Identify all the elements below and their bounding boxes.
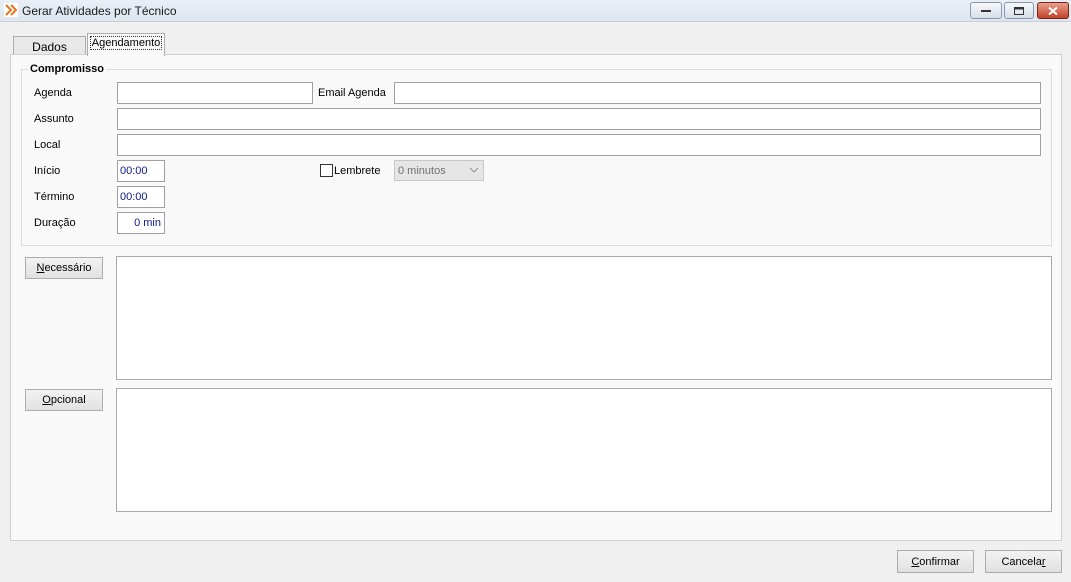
lembrete-checkbox[interactable]	[320, 164, 333, 177]
agenda-input[interactable]	[117, 82, 313, 104]
local-input[interactable]	[117, 134, 1041, 156]
minimize-button[interactable]	[970, 2, 1002, 19]
tab-agendamento-label: Agendamento	[89, 36, 163, 50]
close-icon	[1048, 6, 1058, 15]
close-button[interactable]	[1037, 2, 1069, 19]
termino-time-input[interactable]	[117, 186, 165, 208]
inicio-label: Início	[34, 165, 61, 177]
assunto-label: Assunto	[34, 113, 74, 125]
compromisso-group-title: Compromisso	[28, 63, 106, 75]
opcional-accesskey: O	[42, 394, 51, 406]
lembrete-select-value: 0 minutos	[398, 165, 446, 177]
necessario-list[interactable]	[116, 256, 1052, 380]
app-logo-icon	[4, 3, 18, 17]
lembrete-label[interactable]: Lembrete	[334, 165, 380, 177]
lembrete-select[interactable]: 0 minutos	[394, 160, 484, 181]
local-label: Local	[34, 139, 61, 151]
maximize-button[interactable]	[1004, 2, 1034, 19]
opcional-list[interactable]	[116, 388, 1052, 512]
inicio-time-input[interactable]	[117, 160, 165, 182]
opcional-button[interactable]: Opcional	[25, 389, 103, 411]
tab-agendamento[interactable]: Agendamento	[87, 33, 165, 56]
duracao-label: Duração	[34, 217, 76, 229]
maximize-icon	[1014, 6, 1024, 15]
opcional-label: pcional	[50, 394, 86, 406]
email-agenda-input[interactable]	[394, 82, 1041, 104]
necessario-button[interactable]: Necessário	[25, 257, 103, 279]
agenda-label: Agenda	[34, 87, 72, 99]
necessario-label: ecessário	[44, 262, 92, 274]
window-title: Gerar Atividades por Técnico	[22, 4, 177, 18]
cancelar-accesskey: r	[1041, 556, 1046, 568]
confirmar-button[interactable]: Confirmar	[897, 550, 974, 573]
cancelar-label: Cancela	[1001, 556, 1042, 568]
tab-dados[interactable]: Dados	[13, 36, 86, 56]
minimize-icon	[981, 9, 991, 12]
cancelar-button[interactable]: Cancelar	[985, 550, 1062, 573]
termino-label: Término	[34, 191, 75, 203]
title-bar: Gerar Atividades por Técnico	[0, 0, 1071, 22]
email-agenda-label: Email Agenda	[318, 87, 386, 99]
confirmar-label: onfirmar	[919, 556, 960, 568]
chevron-down-icon	[469, 167, 479, 173]
assunto-input[interactable]	[117, 108, 1041, 130]
duracao-input[interactable]	[117, 212, 165, 234]
